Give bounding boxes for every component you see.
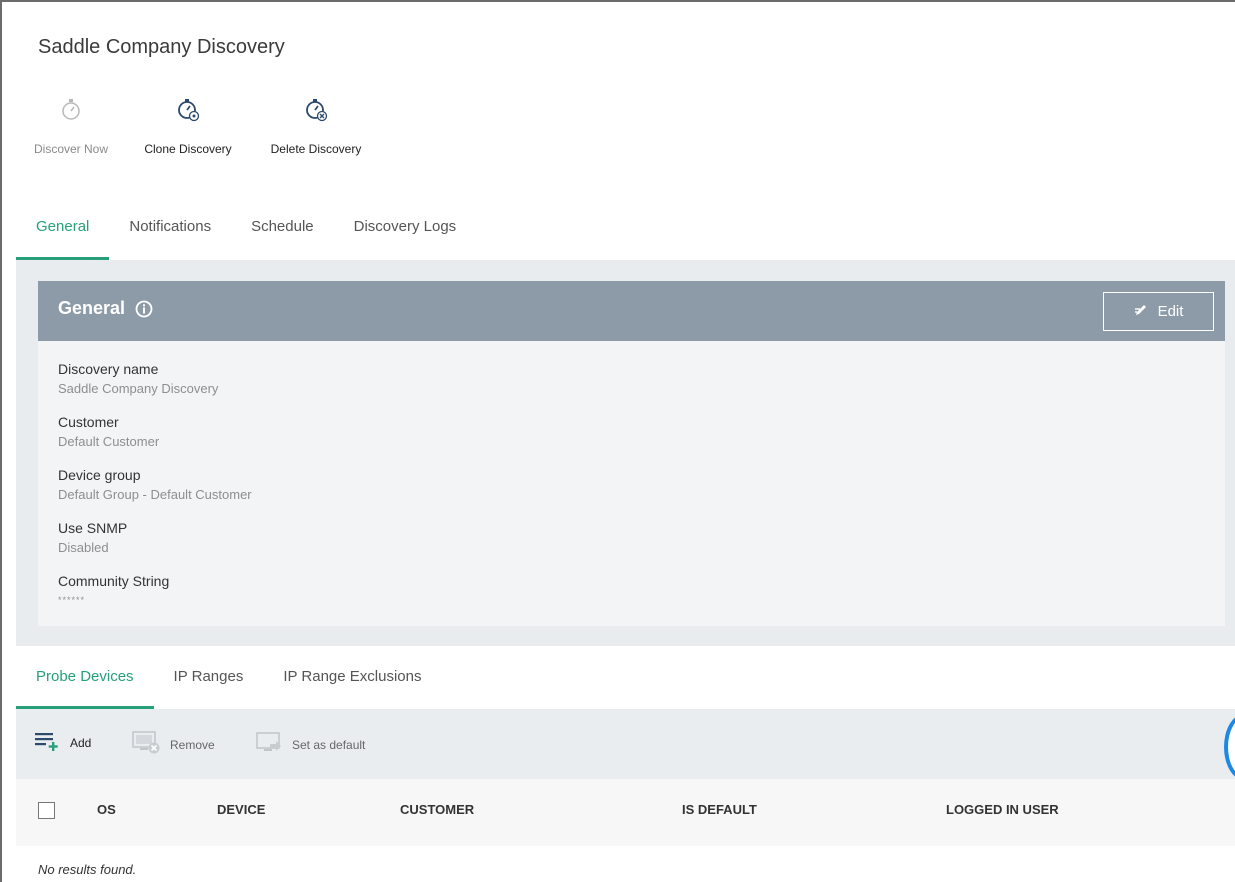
column-header-customer[interactable]: CUSTOMER [400,802,474,817]
field-value: Disabled [58,540,109,555]
add-label: Add [70,735,92,750]
stopwatch-icon [56,94,86,124]
delete-discovery-button[interactable]: Delete Discovery [256,94,376,156]
tab-discovery-logs[interactable]: Discovery Logs [334,212,477,260]
field-label: Community String [58,573,170,589]
tab-probe-devices[interactable]: Probe Devices [16,654,154,709]
column-header-device[interactable]: DEVICE [217,802,265,817]
clone-discovery-button[interactable]: Clone Discovery [126,94,250,156]
remove-icon [132,731,162,758]
select-all-checkbox[interactable] [38,802,55,819]
clone-discovery-label: Clone Discovery [144,142,232,156]
edit-label: Edit [1157,303,1184,320]
probe-action-bar: Add Remove Set as default [16,709,1235,779]
empty-table-message: No results found. [38,862,137,877]
field-label: Discovery name [58,361,159,377]
clone-discovery-icon [173,94,203,124]
discover-now-button[interactable]: Discover Now [22,94,120,156]
field-label: Use SNMP [58,520,128,536]
field-label: Device group [58,467,141,483]
tab-ip-ranges[interactable]: IP Ranges [154,654,264,709]
field-discovery-name: Discovery name Saddle Company Discovery [58,361,252,414]
set-default-icon [256,731,284,758]
info-icon[interactable] [135,300,153,318]
general-title-text: General [58,298,126,318]
field-value: Saddle Company Discovery [58,381,219,396]
general-card-title: General [58,298,153,319]
field-device-group: Device group Default Group - Default Cus… [58,467,252,520]
general-card: General Edit Discovery name Saddle Compa… [38,281,1225,626]
column-header-is-default[interactable]: IS DEFAULT [682,802,757,817]
delete-discovery-label: Delete Discovery [270,142,362,156]
field-community-string: Community String ****** [58,573,252,626]
set-as-default-label: Set as default [292,737,366,752]
field-customer: Customer Default Customer [58,414,252,467]
add-button[interactable]: Add [34,731,91,754]
probe-table-header: OS DEVICE CUSTOMER IS DEFAULT LOGGED IN … [16,779,1235,846]
remove-button[interactable]: Remove [132,731,215,758]
field-value: Default Group - Default Customer [58,487,252,502]
tab-notifications[interactable]: Notifications [109,212,231,260]
page-title: Saddle Company Discovery [38,36,285,58]
discover-now-label: Discover Now [33,142,108,156]
general-fields: Discovery name Saddle Company Discovery … [58,361,252,626]
field-use-snmp: Use SNMP Disabled [58,520,252,573]
field-value: Default Customer [58,434,160,449]
field-value: ****** [58,595,86,605]
delete-discovery-icon [301,94,331,124]
discovery-tabs: General Notifications Schedule Discovery… [16,212,476,260]
probe-tabs: Probe Devices IP Ranges IP Range Exclusi… [16,654,441,709]
column-header-os[interactable]: OS [97,802,116,817]
discovery-window: Saddle Company Discovery Discover Now Cl… [0,0,1235,882]
tab-ip-range-exclusions[interactable]: IP Range Exclusions [263,654,441,709]
remove-label: Remove [170,737,215,752]
field-label: Customer [58,414,119,430]
general-card-header: General Edit [38,281,1225,341]
add-list-icon [34,731,62,754]
column-header-logged-in-user[interactable]: LOGGED IN USER [946,802,1059,817]
set-as-default-button[interactable]: Set as default [256,731,365,758]
edit-icon [1134,303,1150,321]
edit-button[interactable]: Edit [1103,292,1214,331]
tab-general[interactable]: General [16,212,110,260]
tab-schedule[interactable]: Schedule [231,212,334,260]
discovery-toolbar: Discover Now Clone Discovery Delete Disc… [22,94,376,156]
